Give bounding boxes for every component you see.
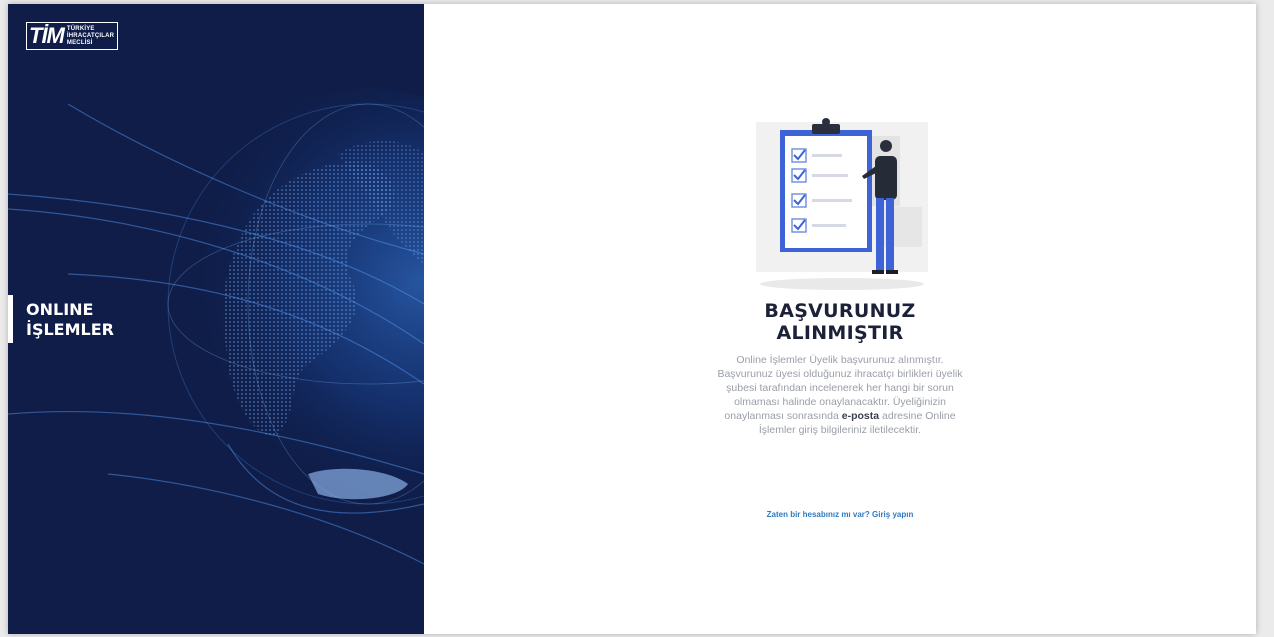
page-frame: TİM TÜRKİYE İHRACATÇILAR MECLİSİ ONLINE … xyxy=(8,4,1256,634)
tim-logo[interactable]: TİM TÜRKİYE İHRACATÇILAR MECLİSİ xyxy=(26,22,119,50)
confirmation-message: Online İşlemler Üyelik başvurunuz alınmı… xyxy=(710,353,970,437)
left-panel: TİM TÜRKİYE İHRACATÇILAR MECLİSİ ONLINE … xyxy=(8,4,424,634)
message-email-bold: e-posta xyxy=(841,410,880,422)
logo-line1: TÜRKİYE xyxy=(66,25,95,32)
logo-mark: TİM xyxy=(29,23,65,48)
page-title-line1: BAŞVURUNUZ xyxy=(764,300,916,322)
section-indicator xyxy=(8,295,13,343)
login-link[interactable]: Zaten bir hesabınız mı var? Giriş yapın xyxy=(690,510,990,519)
section-title: ONLINE İŞLEMLER xyxy=(26,300,114,340)
section-title-line2: İŞLEMLER xyxy=(26,320,114,339)
main-panel: BAŞVURUNUZ ALINMIŞTIR Online İşlemler Üy… xyxy=(424,4,1256,634)
logo-text: TÜRKİYE İHRACATÇILAR MECLİSİ xyxy=(67,26,114,47)
logo-line3: MECLİSİ xyxy=(66,39,93,46)
section-title-line1: ONLINE xyxy=(26,300,94,319)
clipboard-checklist-illustration xyxy=(756,118,928,290)
page-title-line2: ALINMIŞTIR xyxy=(776,322,904,344)
logo-line2: İHRACATÇILAR xyxy=(66,32,115,39)
page-title: BAŞVURUNUZ ALINMIŞTIR xyxy=(690,300,990,344)
